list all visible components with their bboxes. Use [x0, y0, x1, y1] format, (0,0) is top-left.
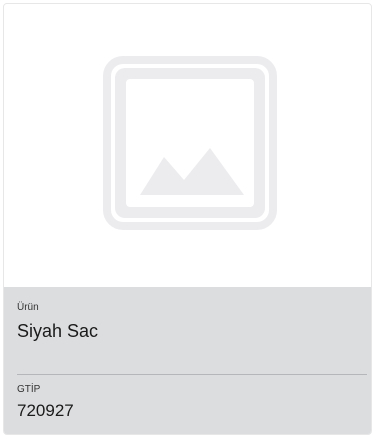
product-info-panel: Ürün Siyah Sac GTİP 720927 — [4, 287, 371, 434]
product-name: Siyah Sac — [17, 321, 99, 341]
image-placeholder-icon — [103, 56, 277, 230]
divider — [17, 374, 367, 375]
product-card[interactable]: Ürün Siyah Sac GTİP 720927 — [3, 3, 372, 435]
product-image-area — [4, 4, 371, 287]
product-label: Ürün — [17, 302, 39, 313]
gtip-label: GTİP — [17, 384, 41, 395]
gtip-code: 720927 — [17, 401, 74, 420]
